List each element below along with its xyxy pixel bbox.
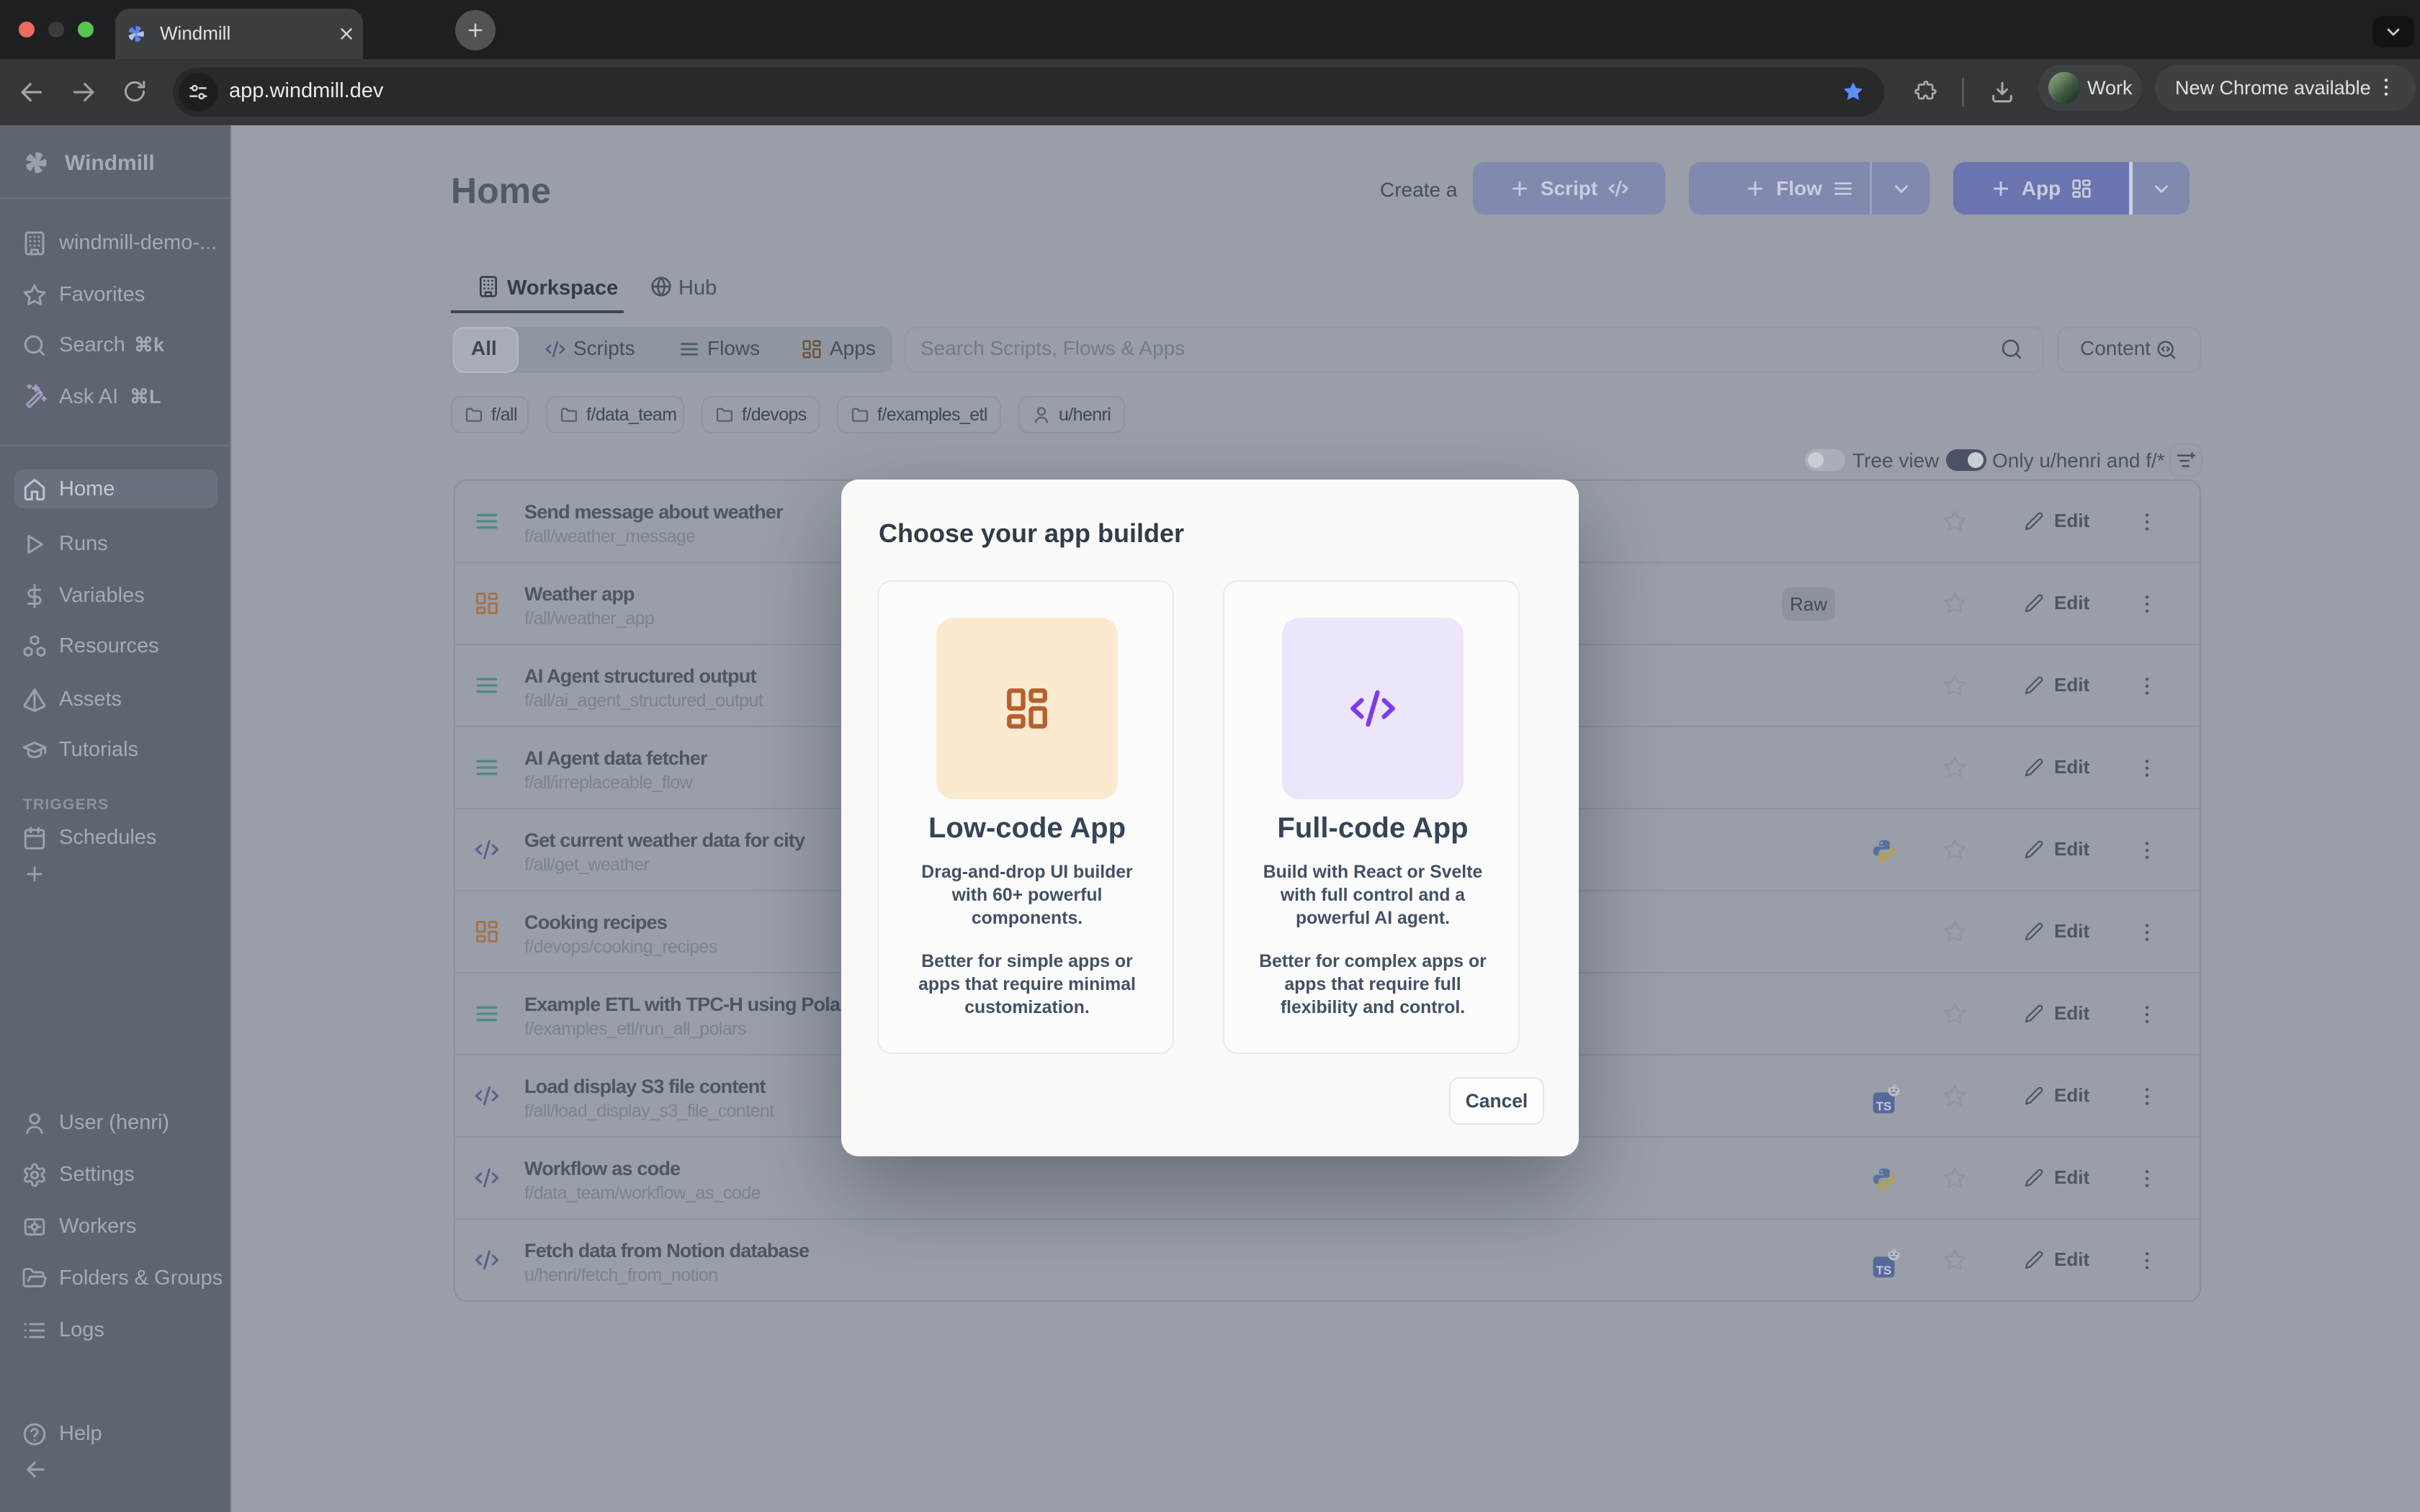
svg-text:TS: TS [1876,1099,1891,1113]
svg-text:TS: TS [1876,1264,1891,1277]
